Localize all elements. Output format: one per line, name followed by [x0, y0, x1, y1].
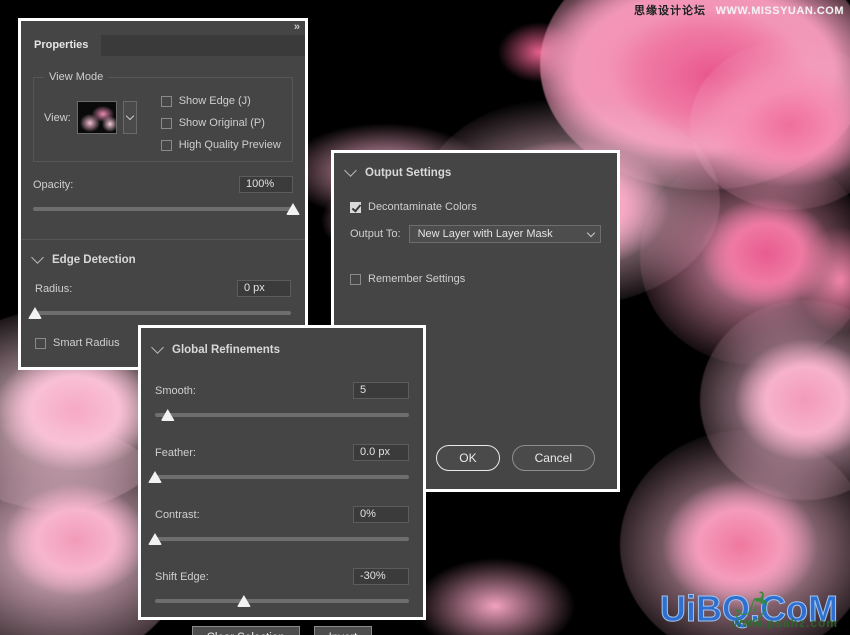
view-preset-picker[interactable]: View:	[44, 93, 137, 134]
edge-detection-header[interactable]: Edge Detection	[21, 246, 305, 274]
checkbox-show-edge[interactable]: Show Edge (J)	[161, 95, 281, 107]
feather-label: Feather:	[155, 447, 196, 459]
tabstrip-filler	[101, 35, 305, 57]
checkbox-remember-settings[interactable]: Remember Settings	[350, 273, 601, 285]
edge-detection-title: Edge Detection	[52, 254, 136, 266]
view-mode-checkbox-list: Show Edge (J) Show Original (P) High Qua…	[161, 93, 281, 151]
checkbox-label: Remember Settings	[368, 273, 465, 285]
feather-value-field[interactable]: 0.0 px	[353, 444, 409, 461]
global-refinements-buttons: Clear Selection Invert	[155, 626, 409, 635]
watermark-top-url: WWW.MISSYUAN.COM	[716, 5, 844, 17]
checkbox-show-original[interactable]: Show Original (P)	[161, 117, 281, 129]
properties-body: View Mode View: Show E	[21, 57, 305, 216]
view-dropdown-button[interactable]	[123, 101, 137, 134]
checkbox-decontaminate-colors[interactable]: Decontaminate Colors	[350, 201, 601, 213]
checkbox-label: Decontaminate Colors	[368, 201, 477, 213]
output-to-value: New Layer with Layer Mask	[418, 228, 553, 240]
properties-tabstrip: Properties	[21, 35, 305, 57]
opacity-label: Opacity:	[33, 179, 73, 191]
checkbox-icon[interactable]	[350, 202, 361, 213]
ok-button[interactable]: OK	[436, 445, 499, 471]
feather-slider[interactable]	[155, 470, 409, 484]
cancel-button[interactable]: Cancel	[512, 445, 595, 471]
watermark-top: 思缘设计论坛 WWW.MISSYUAN.COM	[634, 2, 844, 18]
checkbox-label: High Quality Preview	[179, 139, 281, 151]
invert-button[interactable]: Invert	[314, 626, 373, 635]
properties-titlebar: »	[21, 21, 305, 35]
expand-panel-icon[interactable]: »	[294, 21, 299, 33]
radius-slider[interactable]	[35, 306, 291, 320]
output-settings-header[interactable]: Output Settings	[334, 159, 617, 187]
checkbox-icon[interactable]	[161, 140, 172, 151]
feather-control: Feather: 0.0 px	[155, 444, 409, 484]
watermark-bottom: 🌶 UiBQ.CoM www.psahz.com	[660, 591, 838, 629]
contrast-slider[interactable]	[155, 532, 409, 546]
global-refinements-body: Smooth: 5 Feather: 0.0 px	[141, 364, 423, 635]
checkbox-high-quality-preview[interactable]: High Quality Preview	[161, 139, 281, 151]
shift-edge-value-field[interactable]: -30%	[353, 568, 409, 585]
checkbox-label: Show Original (P)	[179, 117, 265, 129]
view-mode-legend: View Mode	[44, 71, 108, 83]
watermark-bottom-sub: www.psahz.com	[660, 617, 838, 629]
tab-properties[interactable]: Properties	[21, 35, 101, 57]
smooth-slider[interactable]	[155, 408, 409, 422]
radius-value-field[interactable]: 0 px	[237, 280, 291, 297]
smooth-value-field[interactable]: 5	[353, 382, 409, 399]
chevron-down-icon	[125, 112, 133, 120]
shift-edge-slider[interactable]	[155, 594, 409, 608]
checkbox-icon[interactable]	[35, 338, 46, 349]
checkbox-icon[interactable]	[350, 274, 361, 285]
screenshot-root: 思缘设计论坛 WWW.MISSYUAN.COM 🌶 UiBQ.CoM www.p…	[0, 0, 850, 635]
view-thumbnail[interactable]	[77, 101, 117, 134]
chevron-down-icon[interactable]	[344, 164, 357, 177]
checkbox-label: Smart Radius	[53, 337, 120, 349]
contrast-control: Contrast: 0%	[155, 506, 409, 546]
global-refinements-panel: Global Refinements Smooth: 5 Feather: 0.…	[138, 325, 426, 620]
checkbox-icon[interactable]	[161, 96, 172, 107]
clear-selection-button[interactable]: Clear Selection	[192, 626, 300, 635]
opacity-value-field[interactable]: 100%	[239, 176, 293, 193]
shift-edge-control: Shift Edge: -30%	[155, 568, 409, 608]
chevron-down-icon[interactable]	[31, 251, 44, 264]
contrast-value-field[interactable]: 0%	[353, 506, 409, 523]
output-to-label: Output To:	[350, 228, 401, 240]
checkbox-label: Show Edge (J)	[179, 95, 251, 107]
opacity-control: Opacity: 100%	[33, 176, 293, 216]
chevron-down-icon	[587, 228, 595, 236]
output-to-control: Output To: New Layer with Layer Mask	[350, 225, 601, 243]
properties-panel: » Properties View Mode View:	[18, 18, 308, 370]
smooth-label: Smooth:	[155, 385, 196, 397]
output-settings-body: Decontaminate Colors Output To: New Laye…	[334, 187, 617, 285]
watermark-top-cn: 思缘设计论坛	[634, 5, 706, 17]
output-settings-title: Output Settings	[365, 167, 451, 179]
global-refinements-title: Global Refinements	[172, 344, 280, 356]
shift-edge-label: Shift Edge:	[155, 571, 209, 583]
smooth-control: Smooth: 5	[155, 382, 409, 422]
chevron-down-icon[interactable]	[151, 341, 164, 354]
checkbox-icon[interactable]	[161, 118, 172, 129]
section-divider	[21, 239, 305, 240]
contrast-label: Contrast:	[155, 509, 200, 521]
output-to-select[interactable]: New Layer with Layer Mask	[409, 225, 601, 243]
radius-label: Radius:	[35, 283, 72, 295]
view-label: View:	[44, 112, 71, 124]
global-refinements-header[interactable]: Global Refinements	[141, 336, 423, 364]
view-mode-group: View Mode View: Show E	[33, 71, 293, 162]
opacity-slider[interactable]	[33, 202, 293, 216]
